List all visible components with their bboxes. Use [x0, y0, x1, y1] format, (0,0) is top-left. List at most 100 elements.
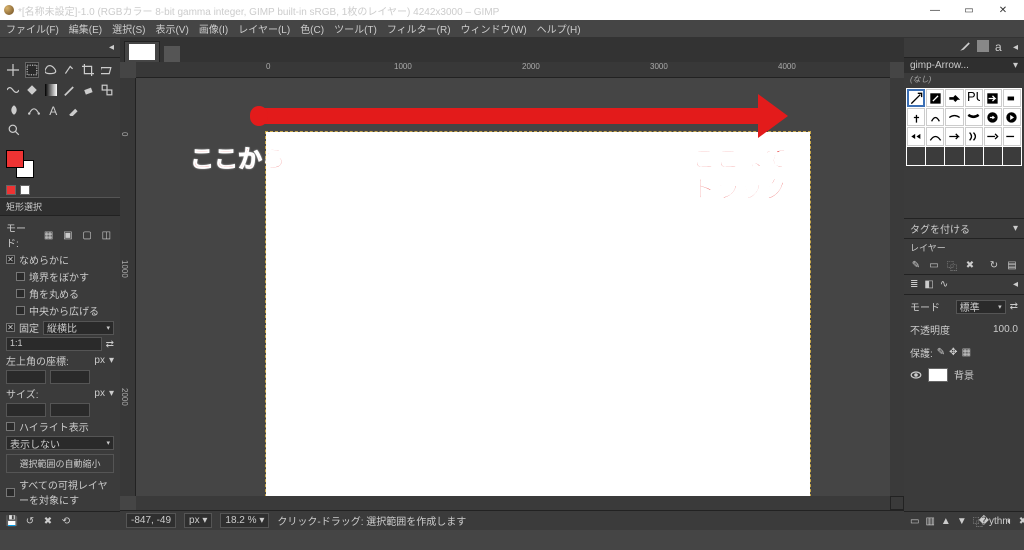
- scrollbar-horizontal[interactable]: [136, 496, 890, 510]
- menu-view[interactable]: 表示(V): [155, 21, 188, 36]
- pos-unit-dd[interactable]: ▾: [109, 355, 114, 366]
- brush-item[interactable]: [1003, 108, 1021, 126]
- brush-item[interactable]: [926, 108, 944, 126]
- scrollbar-vertical[interactable]: [890, 78, 904, 496]
- size-h[interactable]: [50, 403, 90, 417]
- ck-fixed[interactable]: [6, 323, 15, 332]
- refresh-brush-icon[interactable]: ↻: [988, 259, 1000, 271]
- del-layer-icon[interactable]: ✖: [1019, 515, 1024, 527]
- menu-image[interactable]: 画像(I): [199, 21, 228, 36]
- brush-item[interactable]: [945, 108, 963, 126]
- image-tab[interactable]: [124, 41, 160, 62]
- size-w[interactable]: [6, 403, 46, 417]
- tab2-menu-icon[interactable]: ◂: [1013, 279, 1018, 290]
- tool-bucket[interactable]: [25, 82, 40, 98]
- ck-center[interactable]: [16, 306, 25, 315]
- swap-icon[interactable]: ⇄: [106, 339, 114, 350]
- pos-x[interactable]: [6, 370, 46, 384]
- tool-paintbrush[interactable]: [62, 82, 77, 98]
- brush-item[interactable]: [984, 89, 1002, 107]
- ck-smooth[interactable]: [6, 255, 15, 264]
- brush-item[interactable]: [907, 108, 925, 126]
- menu-layer[interactable]: レイヤー(L): [238, 21, 290, 36]
- mini-fg[interactable]: [6, 185, 16, 195]
- mini-bg[interactable]: [20, 185, 30, 195]
- brush-item[interactable]: [1003, 89, 1021, 107]
- ruler-horizontal[interactable]: 0 1000 2000 3000 4000: [136, 62, 890, 78]
- image-tab-close[interactable]: [164, 46, 180, 62]
- brush-item[interactable]: [907, 89, 925, 107]
- tool-text[interactable]: A: [46, 102, 62, 118]
- status-zoom-dd[interactable]: 18.2 % ▾: [220, 513, 269, 528]
- ck-all-layers[interactable]: [6, 488, 15, 497]
- fg-color-swatch[interactable]: [6, 150, 24, 168]
- ck-blur[interactable]: [16, 272, 25, 281]
- tool-move[interactable]: [6, 62, 21, 78]
- save-opts-icon[interactable]: 💾: [6, 515, 18, 527]
- menu-select[interactable]: 選択(S): [112, 21, 145, 36]
- tool-warp[interactable]: [6, 82, 21, 98]
- btn-autoshrink[interactable]: 選択範囲の自動縮小: [6, 454, 114, 473]
- reload-opts-icon[interactable]: ↺: [24, 515, 36, 527]
- tab-patterns-icon[interactable]: [977, 40, 989, 55]
- raise-layer-icon[interactable]: ▲: [941, 515, 951, 527]
- tab-layers-icon[interactable]: ≣: [910, 279, 918, 290]
- brush-item[interactable]: [984, 108, 1002, 126]
- mode-add[interactable]: ▣: [60, 227, 75, 243]
- mask-layer-icon[interactable]: ◐: [1007, 515, 1013, 527]
- brush-item[interactable]: [926, 127, 944, 145]
- ck-highlight[interactable]: [6, 422, 15, 431]
- tool-zoom[interactable]: [6, 122, 22, 138]
- dup-brush-icon[interactable]: ⿻: [946, 259, 958, 271]
- reset-opts-icon[interactable]: ⟲: [60, 515, 72, 527]
- brush-item[interactable]: [965, 127, 983, 145]
- menu-tools[interactable]: ツール(T): [334, 21, 377, 36]
- brush-item[interactable]: [965, 108, 983, 126]
- tool-crop[interactable]: [81, 62, 96, 78]
- lock-pos-icon[interactable]: ✥: [949, 347, 957, 358]
- tab-paths-icon[interactable]: ∿: [940, 279, 948, 290]
- tool-rect-select[interactable]: [25, 62, 40, 78]
- size-unit-dd[interactable]: ▾: [109, 388, 114, 399]
- edit-brush-icon[interactable]: ✎: [910, 259, 922, 271]
- layer-name[interactable]: 背景: [954, 367, 974, 382]
- canvas-viewport[interactable]: ここから ここまで ドラッグ: [136, 78, 890, 496]
- tool-free-select[interactable]: [43, 62, 58, 78]
- maximize-button[interactable]: ▭: [952, 0, 986, 20]
- layer-group-icon[interactable]: ▥: [925, 515, 934, 527]
- tag-row[interactable]: タグを付ける▾: [904, 218, 1024, 239]
- new-brush-icon[interactable]: ▭: [928, 259, 940, 271]
- brush-menu-dd[interactable]: ▾: [1013, 60, 1018, 71]
- tool-gradient[interactable]: [43, 82, 58, 98]
- tab-channels-icon[interactable]: ◧: [924, 279, 933, 290]
- menu-filters[interactable]: フィルター(R): [387, 21, 451, 36]
- new-layer-icon[interactable]: ▭: [910, 515, 919, 527]
- tool-smudge[interactable]: [6, 102, 22, 118]
- minimize-button[interactable]: —: [918, 0, 952, 20]
- merge-layer-icon[interactable]: �ythm: [989, 515, 1001, 527]
- menu-file[interactable]: ファイル(F): [6, 21, 59, 36]
- lower-layer-icon[interactable]: ▼: [957, 515, 967, 527]
- menu-colors[interactable]: 色(C): [300, 21, 324, 36]
- tool-path[interactable]: [26, 102, 42, 118]
- mode-intersect[interactable]: ◫: [99, 227, 114, 243]
- delete-opts-icon[interactable]: ✖: [42, 515, 54, 527]
- mode-replace[interactable]: ▦: [41, 227, 56, 243]
- tool-transform[interactable]: [99, 62, 114, 78]
- visibility-icon[interactable]: [910, 369, 922, 381]
- menu-help[interactable]: ヘルプ(H): [537, 21, 581, 36]
- mode-sub[interactable]: ▢: [80, 227, 95, 243]
- tool-eraser[interactable]: [81, 82, 96, 98]
- ck-round[interactable]: [16, 289, 25, 298]
- close-button[interactable]: ✕: [986, 0, 1020, 20]
- lock-pixels-icon[interactable]: ✎: [937, 347, 945, 358]
- brush-item[interactable]: [945, 127, 963, 145]
- lock-alpha-icon[interactable]: ▦: [962, 347, 971, 358]
- brush-item[interactable]: [926, 89, 944, 107]
- ratio-input[interactable]: 1:1: [6, 337, 102, 351]
- tab-fonts-icon[interactable]: a: [995, 40, 1007, 55]
- mode-swap-icon[interactable]: ⇄: [1010, 301, 1018, 312]
- dd-fixed-mode[interactable]: 縦横比▾: [43, 321, 114, 335]
- brush-item[interactable]: [907, 127, 925, 145]
- brush-item[interactable]: [945, 89, 963, 107]
